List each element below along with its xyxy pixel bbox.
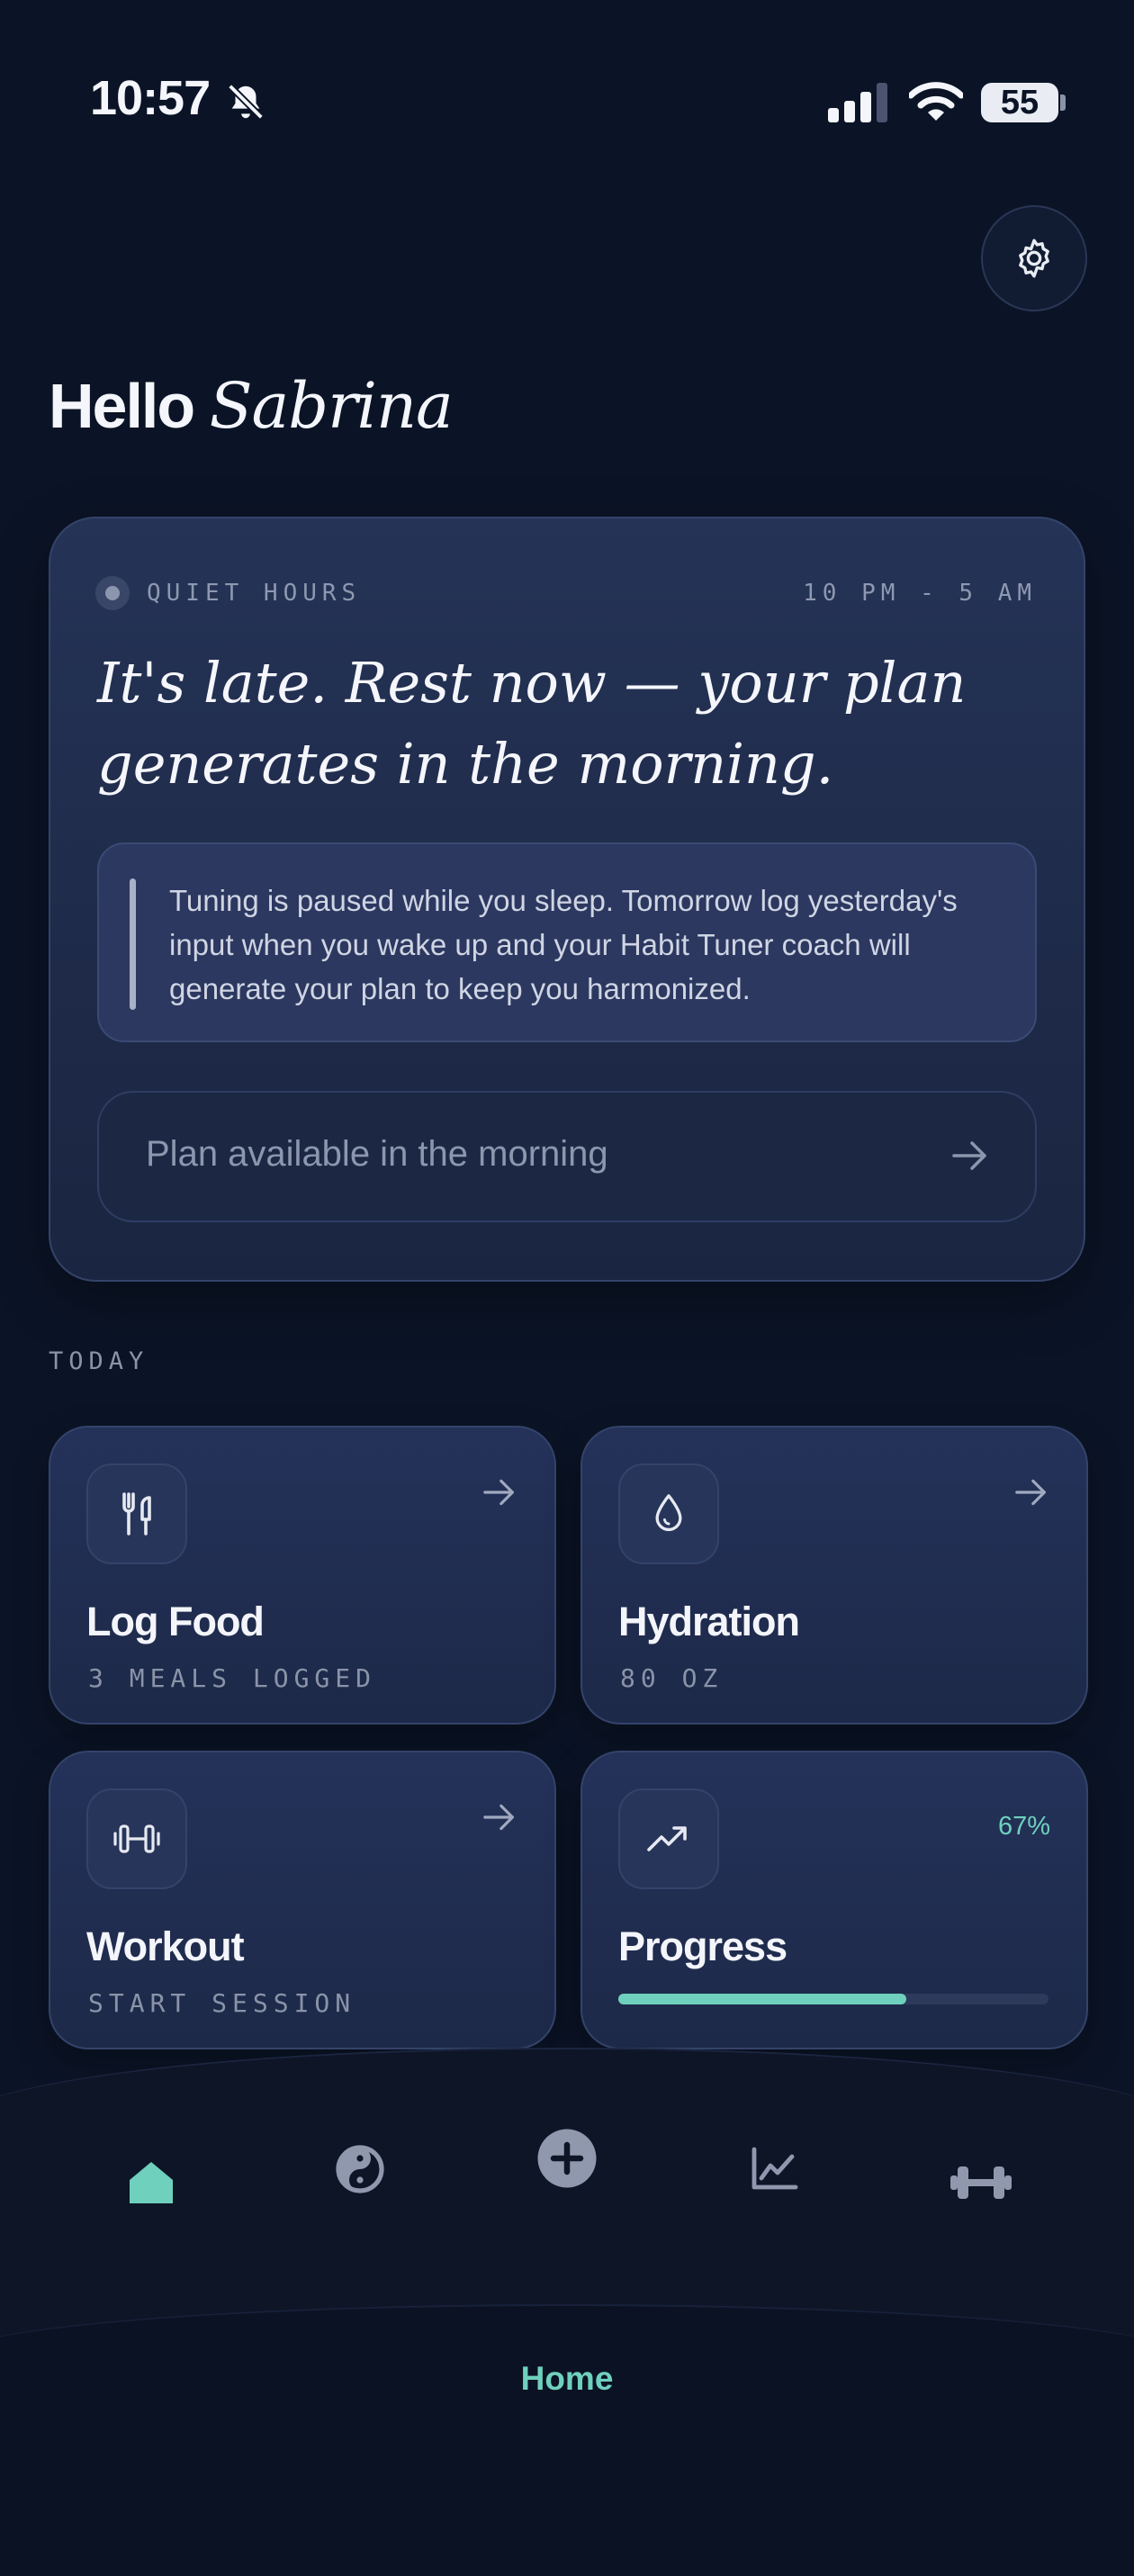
yin-yang-icon xyxy=(336,2145,384,2193)
workout-tile[interactable]: Workout START SESSION xyxy=(49,1751,556,2049)
quiet-hours-card: QUIET HOURS 10 PM - 5 AM It's late. Rest… xyxy=(49,517,1085,1282)
battery-cap xyxy=(1060,95,1066,111)
arrow-right-icon xyxy=(1015,1479,1046,1506)
progress-percent: 67% xyxy=(997,1812,1050,1841)
arrow-right-icon xyxy=(483,1804,514,1831)
log-food-tile[interactable]: Log Food 3 MEALS LOGGED xyxy=(49,1426,556,1725)
home-icon xyxy=(130,2162,173,2203)
add-icon xyxy=(537,2129,597,2188)
settings-button[interactable] xyxy=(981,205,1087,311)
nav-add[interactable] xyxy=(513,2104,621,2212)
progress-bar-track xyxy=(618,1994,1048,2004)
dumbbell-icon xyxy=(950,2166,1012,2199)
battery-icon: 55 xyxy=(981,83,1058,122)
tile-subtitle: 3 MEALS LOGGED xyxy=(88,1663,377,1693)
progress-tile[interactable]: 67% Progress xyxy=(580,1751,1088,2049)
today-section-label: TODAY xyxy=(49,1347,149,1375)
nav-insights[interactable] xyxy=(720,2115,828,2223)
nav-balance[interactable] xyxy=(306,2115,414,2223)
quiet-hours-note-text: Tuning is paused while you sleep. Tomorr… xyxy=(169,884,958,1005)
user-name: Sabrina xyxy=(209,369,454,443)
tile-title: Hydration xyxy=(618,1599,800,1644)
quiet-hours-label: QUIET HOURS xyxy=(147,580,362,607)
progress-bar-fill xyxy=(618,1994,907,2004)
tile-subtitle: START SESSION xyxy=(88,1988,356,2018)
arrow-right-icon xyxy=(483,1479,514,1506)
greeting-text: Hello xyxy=(49,371,195,441)
hydration-tile[interactable]: Hydration 80 OZ xyxy=(580,1426,1088,1725)
tile-title: Log Food xyxy=(86,1599,265,1644)
gear-icon xyxy=(1019,239,1049,278)
nav-active-label: Home xyxy=(520,2360,614,2397)
nav-workout[interactable] xyxy=(927,2129,1035,2237)
quiet-hours-indicator-icon xyxy=(95,576,130,610)
tile-title: Workout xyxy=(86,1923,245,1969)
greeting: Hello Sabrina xyxy=(49,369,454,443)
trend-up-icon xyxy=(618,1788,719,1889)
plan-available-button[interactable]: Plan available in the morning xyxy=(97,1091,1037,1222)
wifi-icon xyxy=(909,82,963,121)
nav-home[interactable] xyxy=(97,2129,205,2237)
quiet-hours-range: 10 PM - 5 AM xyxy=(803,580,1037,607)
signal-icon xyxy=(828,83,887,122)
chart-icon xyxy=(752,2147,798,2190)
tile-subtitle: 80 OZ xyxy=(620,1663,724,1693)
plan-available-label: Plan available in the morning xyxy=(146,1134,608,1174)
note-accent-bar xyxy=(130,878,136,1010)
arrow-right-icon xyxy=(952,1141,986,1170)
status-time: 10:57 xyxy=(90,71,211,125)
quiet-hours-headline: It's late. Rest now — your plan generate… xyxy=(97,650,967,797)
bottom-nav-label-area xyxy=(0,2304,1134,2576)
fork-knife-icon xyxy=(86,1464,187,1564)
bell-slash-icon xyxy=(228,84,264,120)
water-drop-icon xyxy=(618,1464,719,1564)
tile-title: Progress xyxy=(618,1923,788,1969)
quiet-hours-note: Tuning is paused while you sleep. Tomorr… xyxy=(97,842,1037,1042)
dumbbell-icon xyxy=(86,1788,187,1889)
